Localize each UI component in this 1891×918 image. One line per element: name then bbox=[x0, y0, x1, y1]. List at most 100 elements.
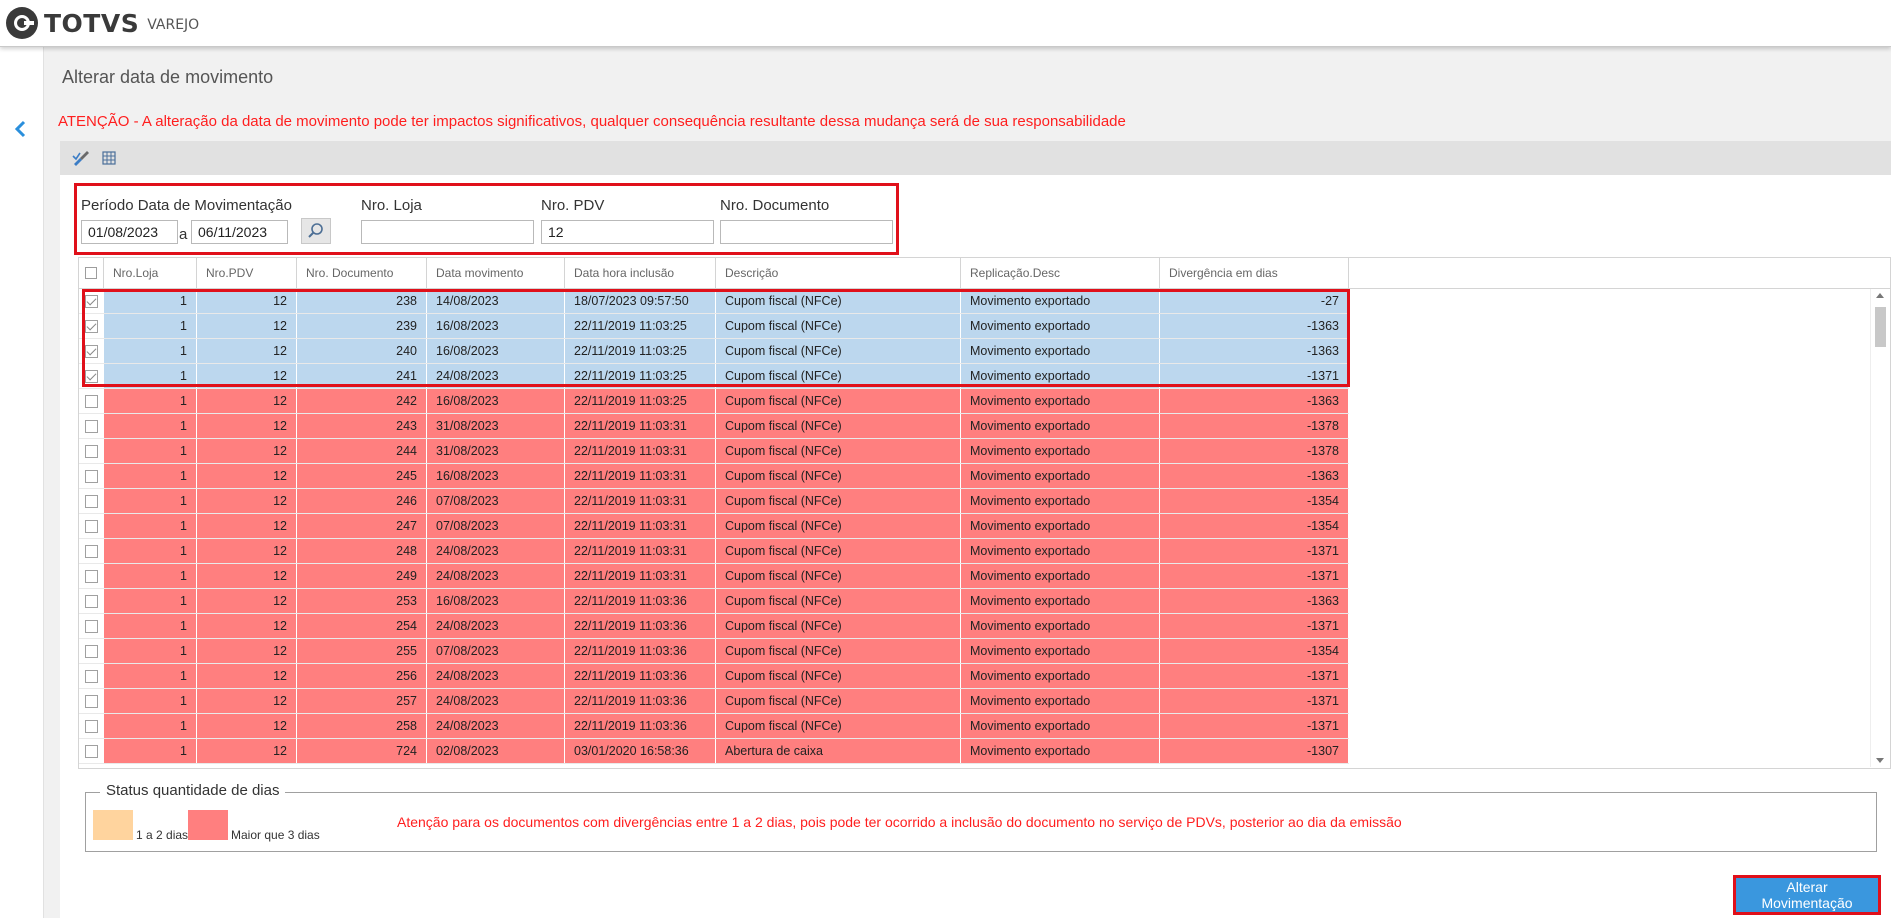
cell-data-movimento: 24/08/2023 bbox=[427, 564, 565, 588]
col-replicacao-desc[interactable]: Replicação.Desc bbox=[961, 258, 1160, 288]
main-area: Alterar data de movimento ATENÇÃO - A al… bbox=[44, 47, 1891, 918]
cell-divergencia: -1307 bbox=[1160, 739, 1349, 763]
table-row[interactable]: 1 12 247 07/08/2023 22/11/2019 11:03:31 Cupom… bbox=[79, 514, 1349, 539]
table-row[interactable]: 1 12 248 24/08/2023 22/11/2019 11:03:31 Cupom… bbox=[79, 539, 1349, 564]
vertical-scrollbar[interactable] bbox=[1870, 289, 1890, 767]
col-nro-loja[interactable]: Nro.Loja bbox=[104, 258, 197, 288]
row-checkbox[interactable] bbox=[85, 520, 98, 533]
col-descricao[interactable]: Descrição bbox=[716, 258, 961, 288]
cell-descricao: Cupom fiscal (NFCe) bbox=[716, 539, 961, 563]
cell-documento: 246 bbox=[297, 489, 427, 513]
page-title: Alterar data de movimento bbox=[62, 67, 274, 87]
table-row[interactable]: 1 12 254 24/08/2023 22/11/2019 11:03:36 Cupom… bbox=[79, 614, 1349, 639]
col-nro-pdv[interactable]: Nro.PDV bbox=[197, 258, 297, 288]
cell-data-movimento: 16/08/2023 bbox=[427, 464, 565, 488]
cell-data-hora-inclusao: 22/11/2019 11:03:36 bbox=[565, 639, 716, 663]
row-checkbox[interactable] bbox=[85, 345, 98, 358]
header-checkbox-cell bbox=[79, 258, 104, 288]
row-checkbox-cell bbox=[79, 314, 104, 338]
row-checkbox[interactable] bbox=[85, 570, 98, 583]
col-data-hora-inclusao[interactable]: Data hora inclusão bbox=[565, 258, 716, 288]
table-row[interactable]: 1 12 240 16/08/2023 22/11/2019 11:03:25 Cupom… bbox=[79, 339, 1349, 364]
back-icon[interactable] bbox=[12, 117, 28, 141]
col-divergencia[interactable]: Divergência em dias bbox=[1160, 258, 1349, 288]
row-checkbox[interactable] bbox=[85, 720, 98, 733]
row-checkbox[interactable] bbox=[85, 395, 98, 408]
select-all-checkbox[interactable] bbox=[85, 267, 97, 279]
row-checkbox[interactable] bbox=[85, 695, 98, 708]
row-checkbox[interactable] bbox=[85, 370, 98, 383]
cell-descricao: Cupom fiscal (NFCe) bbox=[716, 364, 961, 388]
table-row[interactable]: 1 12 243 31/08/2023 22/11/2019 11:03:31 Cupom… bbox=[79, 414, 1349, 439]
cell-divergencia: -1363 bbox=[1160, 389, 1349, 413]
table-row[interactable]: 1 12 242 16/08/2023 22/11/2019 11:03:25 Cupom… bbox=[79, 389, 1349, 414]
cell-documento: 239 bbox=[297, 314, 427, 338]
cell-loja: 1 bbox=[104, 389, 197, 413]
date-to-input[interactable] bbox=[191, 220, 288, 244]
date-from-input[interactable] bbox=[81, 220, 178, 244]
cell-replicacao: Movimento exportado bbox=[961, 714, 1160, 738]
table-row[interactable]: 1 12 253 16/08/2023 22/11/2019 11:03:36 Cupom… bbox=[79, 589, 1349, 614]
cell-data-movimento: 24/08/2023 bbox=[427, 714, 565, 738]
table-row[interactable]: 1 12 256 24/08/2023 22/11/2019 11:03:36 Cupom… bbox=[79, 664, 1349, 689]
grid-header: Nro.Loja Nro.PDV Nro. Documento Data mov… bbox=[79, 258, 1890, 289]
cell-data-movimento: 07/08/2023 bbox=[427, 489, 565, 513]
cell-data-movimento: 31/08/2023 bbox=[427, 414, 565, 438]
table-row[interactable]: 1 12 244 31/08/2023 22/11/2019 11:03:31 Cupom… bbox=[79, 439, 1349, 464]
cell-loja: 1 bbox=[104, 514, 197, 538]
table-row[interactable]: 1 12 245 16/08/2023 22/11/2019 11:03:31 Cupom… bbox=[79, 464, 1349, 489]
cell-divergencia: -1354 bbox=[1160, 514, 1349, 538]
search-button[interactable] bbox=[301, 218, 331, 244]
cell-descricao: Cupom fiscal (NFCe) bbox=[716, 514, 961, 538]
document-input[interactable] bbox=[720, 220, 893, 244]
row-checkbox[interactable] bbox=[85, 295, 98, 308]
table-row[interactable]: 1 12 246 07/08/2023 22/11/2019 11:03:31 Cupom… bbox=[79, 489, 1349, 514]
cell-data-movimento: 16/08/2023 bbox=[427, 339, 565, 363]
row-checkbox[interactable] bbox=[85, 445, 98, 458]
warning-message: ATENÇÃO - A alteração da data de movimen… bbox=[58, 113, 1126, 130]
scroll-down-icon[interactable] bbox=[1876, 758, 1884, 763]
row-checkbox[interactable] bbox=[85, 495, 98, 508]
row-checkbox[interactable] bbox=[85, 745, 98, 758]
cell-replicacao: Movimento exportado bbox=[961, 414, 1160, 438]
table-row[interactable]: 1 12 258 24/08/2023 22/11/2019 11:03:36 Cupom… bbox=[79, 714, 1349, 739]
row-checkbox[interactable] bbox=[85, 645, 98, 658]
row-checkbox[interactable] bbox=[85, 595, 98, 608]
scroll-thumb[interactable] bbox=[1875, 307, 1886, 347]
scroll-up-icon[interactable] bbox=[1876, 293, 1884, 298]
row-checkbox-cell bbox=[79, 389, 104, 413]
cell-data-movimento: 16/08/2023 bbox=[427, 589, 565, 613]
clear-filter-icon[interactable] bbox=[72, 150, 90, 166]
col-nro-documento[interactable]: Nro. Documento bbox=[297, 258, 427, 288]
cell-pdv: 12 bbox=[197, 589, 297, 613]
row-checkbox[interactable] bbox=[85, 545, 98, 558]
cell-data-hora-inclusao: 22/11/2019 11:03:31 bbox=[565, 414, 716, 438]
cell-pdv: 12 bbox=[197, 639, 297, 663]
cell-data-movimento: 24/08/2023 bbox=[427, 614, 565, 638]
row-checkbox[interactable] bbox=[85, 670, 98, 683]
alterar-movimentacao-button[interactable]: Alterar Movimentação bbox=[1733, 875, 1881, 915]
cell-loja: 1 bbox=[104, 439, 197, 463]
table-row[interactable]: 1 12 249 24/08/2023 22/11/2019 11:03:31 Cupom… bbox=[79, 564, 1349, 589]
cell-loja: 1 bbox=[104, 639, 197, 663]
table-row[interactable]: 1 12 255 07/08/2023 22/11/2019 11:03:36 Cupom… bbox=[79, 639, 1349, 664]
row-checkbox[interactable] bbox=[85, 320, 98, 333]
row-checkbox[interactable] bbox=[85, 620, 98, 633]
cell-descricao: Cupom fiscal (NFCe) bbox=[716, 489, 961, 513]
table-row[interactable]: 1 12 241 24/08/2023 22/11/2019 11:03:25 Cupom… bbox=[79, 364, 1349, 389]
table-row[interactable]: 1 12 239 16/08/2023 22/11/2019 11:03:25 Cupom… bbox=[79, 314, 1349, 339]
cell-divergencia: -1371 bbox=[1160, 564, 1349, 588]
cell-divergencia: -1378 bbox=[1160, 414, 1349, 438]
table-row[interactable]: 1 12 724 02/08/2023 03/01/2020 16:58:36 Abert… bbox=[79, 739, 1349, 764]
table-row[interactable]: 1 12 238 14/08/2023 18/07/2023 09:57:50 Cupom… bbox=[79, 289, 1349, 314]
loja-input[interactable] bbox=[361, 220, 534, 244]
table-row[interactable]: 1 12 257 24/08/2023 22/11/2019 11:03:36 Cupom… bbox=[79, 689, 1349, 714]
row-checkbox[interactable] bbox=[85, 420, 98, 433]
cell-documento: 238 bbox=[297, 289, 427, 313]
pdv-input[interactable] bbox=[541, 220, 714, 244]
cell-loja: 1 bbox=[104, 714, 197, 738]
grid-icon[interactable] bbox=[100, 150, 118, 166]
cell-loja: 1 bbox=[104, 314, 197, 338]
row-checkbox[interactable] bbox=[85, 470, 98, 483]
col-data-movimento[interactable]: Data movimento bbox=[427, 258, 565, 288]
